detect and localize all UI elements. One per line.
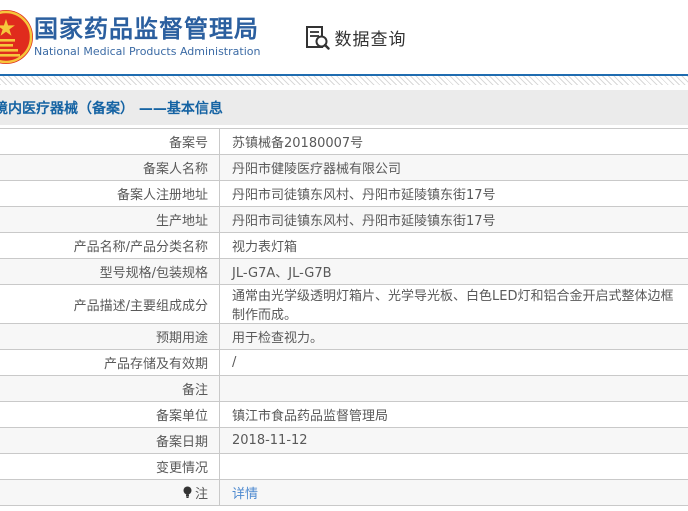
data-query-nav[interactable]: 数据查询 <box>304 24 406 50</box>
spacer <box>0 506 688 511</box>
row-value: 视力表灯箱 <box>232 240 298 255</box>
details-link[interactable]: 详情 <box>232 483 258 502</box>
row-label: 备案日期 <box>0 428 220 453</box>
org-name-en: National Medical Products Administration <box>34 45 261 59</box>
table-row-storage-validity: 产品存储及有效期 / <box>0 350 688 376</box>
row-label: 备案单位 <box>0 402 220 427</box>
row-value: 通常由光学级透明灯箱片、光学导光板、白色LED灯和铝合金开启式整体边框制作而成。 <box>232 289 674 323</box>
page: 国家药品监督管理局 National Medical Products Admi… <box>0 0 688 511</box>
basic-info-table: 备案号 苏镇械备20180007号 备案人名称 丹阳市健陵医疗器械有限公司 备案… <box>0 128 688 506</box>
row-label: 预期用途 <box>0 324 220 349</box>
table-row-product-description: 产品描述/主要组成成分 通常由光学级透明灯箱片、光学导光板、白色LED灯和铝合金… <box>0 285 688 324</box>
site-brand: 国家药品监督管理局 National Medical Products Admi… <box>34 14 261 59</box>
document-magnifier-icon <box>304 24 331 50</box>
table-row-filer-name: 备案人名称 丹阳市健陵医疗器械有限公司 <box>0 155 688 181</box>
table-row-model-spec: 型号规格/包装规格 JL-G7A、JL-G7B <box>0 259 688 285</box>
row-label: 备案人名称 <box>0 155 220 180</box>
row-value: 丹阳市司徒镇东风村、丹阳市延陵镇东街17号 <box>232 214 496 229</box>
table-row-note: 注 详情 <box>0 480 688 506</box>
row-value: 丹阳市司徒镇东风村、丹阳市延陵镇东街17号 <box>232 188 496 203</box>
table-row-change-status: 变更情况 <box>0 454 688 480</box>
org-name-cn: 国家药品监督管理局 <box>34 14 259 43</box>
table-row-filer-registered-address: 备案人注册地址 丹阳市司徒镇东风村、丹阳市延陵镇东街17号 <box>0 181 688 207</box>
table-row-production-address: 生产地址 丹阳市司徒镇东风村、丹阳市延陵镇东街17号 <box>0 207 688 233</box>
table-row-remarks: 备注 <box>0 376 688 402</box>
data-query-label: 数据查询 <box>334 29 407 50</box>
row-label: 备案人注册地址 <box>0 181 220 206</box>
table-row-product-name: 产品名称/产品分类名称 视力表灯箱 <box>0 233 688 259</box>
row-label: 变更情况 <box>0 454 220 479</box>
table-row-filing-date: 备案日期 2018-11-12 <box>0 428 688 454</box>
row-label: 备注 <box>0 376 220 401</box>
row-label: 型号规格/包装规格 <box>0 259 220 284</box>
row-value: JL-G7A、JL-G7B <box>232 266 332 281</box>
row-value: 2018-11-12 <box>232 433 308 448</box>
row-value: / <box>232 355 237 370</box>
row-value <box>220 454 688 479</box>
row-value: 用于检查视力。 <box>232 331 324 346</box>
hatch-divider <box>0 76 688 85</box>
row-label: 生产地址 <box>0 207 220 232</box>
row-value: 镇江市食品药品监督管理局 <box>232 409 389 424</box>
row-value: 丹阳市健陵医疗器械有限公司 <box>232 162 402 177</box>
page-title: 境内医疗器械（备案） ——基本信息 <box>0 100 223 117</box>
site-header: 国家药品监督管理局 National Medical Products Admi… <box>0 0 688 74</box>
section-title-bar: 境内医疗器械（备案） ——基本信息 <box>0 90 688 125</box>
row-label: 注 <box>0 480 220 505</box>
row-label: 备案号 <box>0 129 220 154</box>
national-emblem-icon <box>0 8 34 66</box>
table-row-record-number: 备案号 苏镇械备20180007号 <box>0 129 688 155</box>
row-label: 产品名称/产品分类名称 <box>0 233 220 258</box>
row-value: 苏镇械备20180007号 <box>232 136 364 151</box>
row-label: 产品存储及有效期 <box>0 350 220 375</box>
bulb-icon <box>183 486 192 499</box>
row-label: 产品描述/主要组成成分 <box>0 285 220 323</box>
row-value <box>220 376 688 401</box>
table-row-intended-use: 预期用途 用于检查视力。 <box>0 324 688 350</box>
table-row-filing-authority: 备案单位 镇江市食品药品监督管理局 <box>0 402 688 428</box>
row-value: 详情 <box>220 480 688 505</box>
row-label-text: 注 <box>194 487 208 502</box>
